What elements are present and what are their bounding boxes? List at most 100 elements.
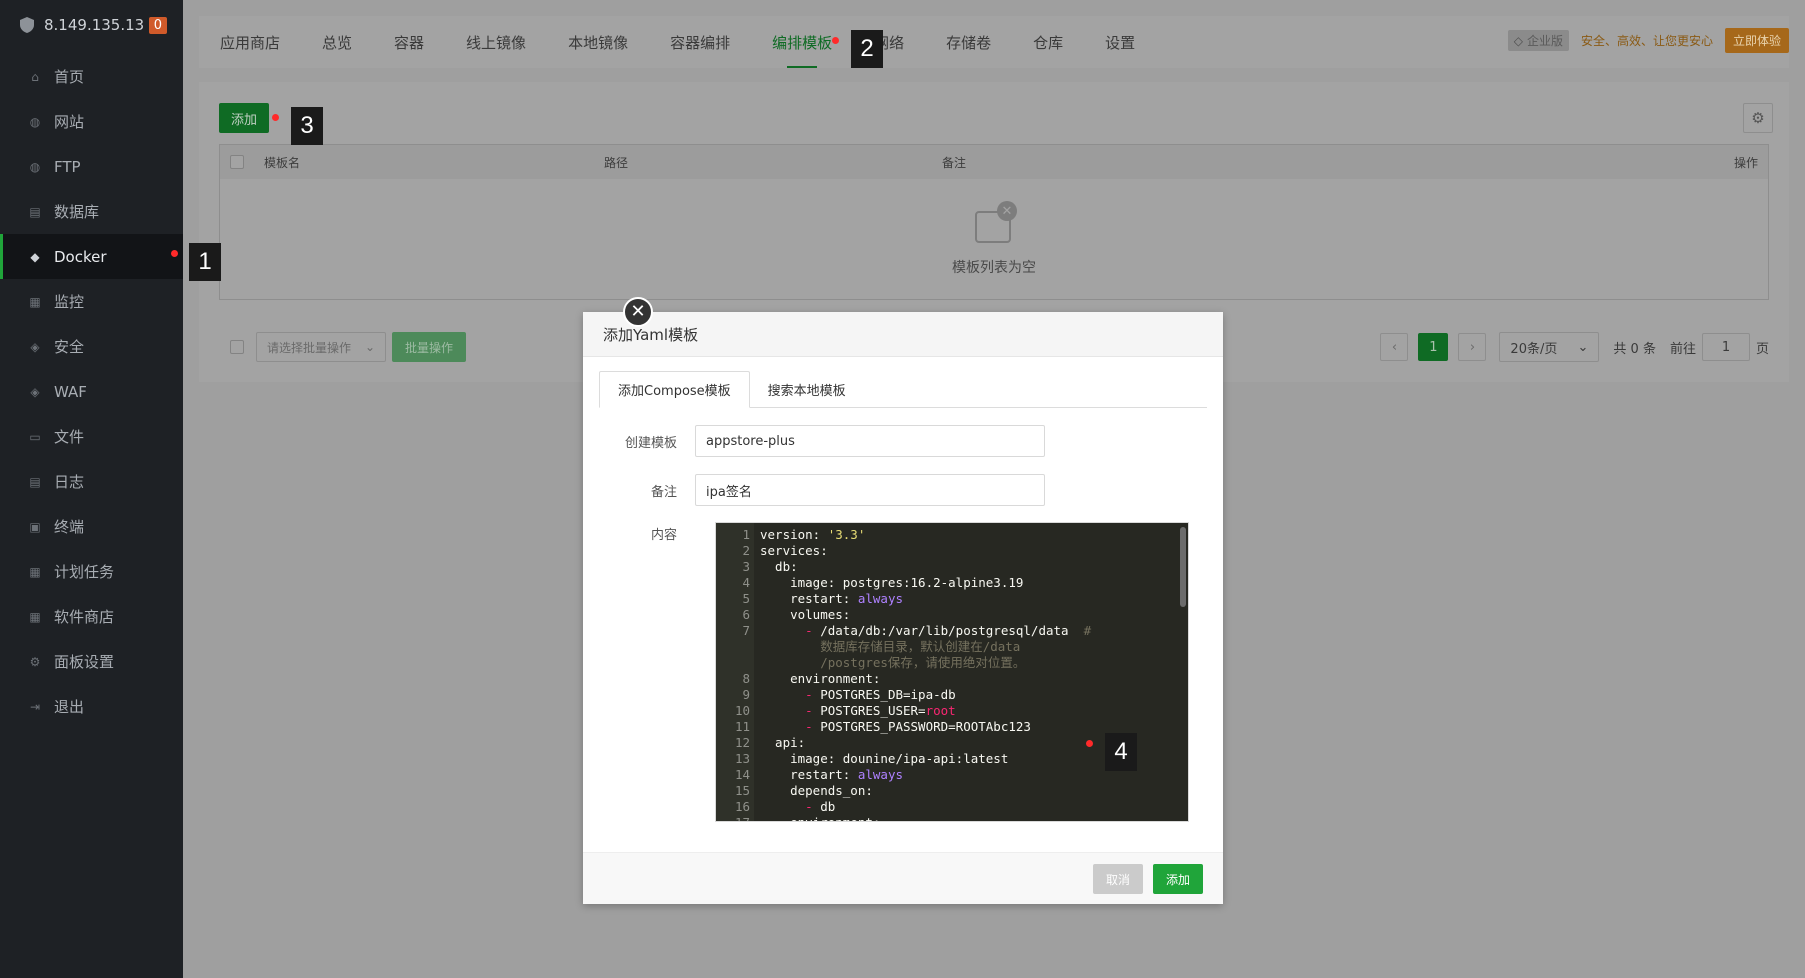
- sidebar-item-label: 计划任务: [54, 563, 115, 581]
- diamond-icon: ◇: [1513, 33, 1523, 48]
- terminal-icon: ▣: [29, 519, 41, 534]
- tab-1[interactable]: 总览: [301, 16, 373, 68]
- goto-page-input[interactable]: 1: [1701, 333, 1750, 361]
- sidebar-item-label: 软件商店: [54, 608, 115, 626]
- sidebar-item-label: 日志: [54, 473, 85, 491]
- remark-input[interactable]: ipa签名: [695, 474, 1045, 506]
- sidebar-item-gear[interactable]: ⚙ 面板设置: [0, 639, 183, 684]
- next-page-button[interactable]: ›: [1458, 333, 1487, 361]
- prev-page-button[interactable]: ‹: [1380, 333, 1409, 361]
- add-template-button[interactable]: 添加: [219, 103, 269, 133]
- confirm-add-button[interactable]: 添加: [1153, 864, 1203, 894]
- close-dialog-button[interactable]: ✕: [623, 297, 653, 327]
- tab-8[interactable]: 存储卷: [925, 16, 1012, 68]
- step-marker-4: 4: [1105, 733, 1137, 771]
- step-marker-1: 1: [189, 243, 221, 281]
- dialog-tab-0[interactable]: 添加Compose模板: [599, 371, 750, 408]
- footer-select-checkbox[interactable]: [230, 340, 244, 354]
- line-number: 1: [742, 527, 750, 542]
- try-now-button[interactable]: 立即体验: [1724, 28, 1789, 53]
- batch-operation-button[interactable]: 批量操作: [392, 332, 466, 362]
- dialog-title: 添加Yaml模板: [583, 312, 1223, 357]
- batch-operation-select[interactable]: 请选择批量操作 ⌄: [256, 332, 386, 362]
- line-number: 8: [742, 671, 750, 686]
- empty-text: 模板列表为空: [952, 260, 1036, 276]
- code-line: 1 version: '3.3': [716, 527, 1178, 543]
- chevron-down-icon: ⌄: [364, 340, 375, 354]
- dialog-tab-1[interactable]: 搜索本地模板: [750, 371, 864, 408]
- tab-2[interactable]: 容器: [373, 16, 445, 68]
- code-line: 2 services:: [716, 543, 1178, 559]
- line-number: 15: [734, 783, 750, 798]
- code-text: volumes:: [760, 607, 851, 622]
- sidebar-item-ftp[interactable]: ◍ FTP: [0, 144, 183, 189]
- editor-scrollbar[interactable]: [1180, 527, 1186, 607]
- sidebar-item-folder[interactable]: ▭ 文件: [0, 414, 183, 459]
- step-marker-3: 3: [291, 107, 323, 145]
- line-number: 7: [742, 623, 750, 638]
- tab-10[interactable]: 设置: [1084, 16, 1156, 68]
- page-unit-label: 页: [1755, 341, 1769, 357]
- sidebar-item-terminal[interactable]: ▣ 终端: [0, 504, 183, 549]
- line-number: 12: [734, 735, 750, 750]
- code-line: 17 environment:: [716, 815, 1178, 821]
- empty-state: ✕ 模板列表为空: [220, 201, 1768, 277]
- code-line: 7 - /data/db:/var/lib/postgresql/data #: [716, 623, 1178, 639]
- sidebar-item-waf[interactable]: ◈ WAF: [0, 369, 183, 414]
- remark-row: 备注 ipa签名: [583, 474, 1045, 506]
- pagination: ‹ 1 › 20条/页 ⌄ 共 0 条 前往 1 页: [1375, 332, 1769, 362]
- template-name-input[interactable]: appstore-plus: [695, 425, 1045, 457]
- line-number: 3: [742, 559, 750, 574]
- code-text: version: '3.3': [760, 527, 866, 542]
- enterprise-badge: ◇ 企业版: [1507, 30, 1569, 51]
- gear-icon: ⚙: [1751, 109, 1765, 127]
- code-text: restart: always: [760, 591, 903, 606]
- code-text: - db: [805, 799, 836, 814]
- sidebar-item-schedule[interactable]: ▦ 计划任务: [0, 549, 183, 594]
- code-line: 6 volumes:: [716, 607, 1178, 623]
- chevron-left-icon: ‹: [1391, 339, 1398, 355]
- sidebar-item-home[interactable]: ⌂ 首页: [0, 54, 183, 99]
- sidebar-item-label: 文件: [54, 428, 85, 446]
- folder-icon: ▭: [29, 429, 41, 444]
- sidebar-item-docker[interactable]: ◆ Docker: [0, 234, 183, 279]
- marker-dot-4: [1086, 740, 1093, 747]
- page-number-current[interactable]: 1: [1418, 333, 1449, 361]
- batch-select-placeholder: 请选择批量操作: [267, 340, 352, 355]
- tab-4[interactable]: 本地镜像: [547, 16, 649, 68]
- sidebar: 8.149.135.13 0 ⌂ 首页 ◍ 网站 ◍ FTP ▤ 数据库 ◆ Docker ▦ 监控 ◈…: [0, 0, 183, 978]
- sidebar-item-logout[interactable]: ⇥ 退出: [0, 684, 183, 729]
- code-text: 数据库存储目录，默认创建在/data: [760, 639, 1021, 654]
- code-text: services:: [760, 543, 828, 558]
- tab-3[interactable]: 线上镜像: [445, 16, 547, 68]
- alert-count-badge[interactable]: 0: [148, 16, 167, 34]
- sidebar-item-log[interactable]: ▤ 日志: [0, 459, 183, 504]
- table-header: 模板名 路径 备注 操作: [220, 145, 1768, 179]
- sidebar-item-shield[interactable]: ◈ 安全: [0, 324, 183, 369]
- top-nav: 应用商店 总览 容器 线上镜像 本地镜像 容器编排 编排模板 网络 存储卷 仓库 设置 ◇ 企业版 …: [199, 16, 1789, 68]
- line-number: 17: [716, 815, 750, 821]
- select-all-checkbox[interactable]: [230, 155, 244, 169]
- dialog-footer: 取消 添加: [583, 852, 1223, 904]
- sidebar-item-label: 监控: [54, 293, 85, 311]
- chevron-right-icon: ›: [1469, 339, 1476, 355]
- home-icon: ⌂: [31, 69, 39, 84]
- sidebar-item-app-store[interactable]: ▦ 软件商店: [0, 594, 183, 639]
- template-table: 模板名 路径 备注 操作 ✕ 模板列表为空: [219, 144, 1769, 300]
- tab-5[interactable]: 容器编排: [649, 16, 751, 68]
- sidebar-item-monitor[interactable]: ▦ 监控: [0, 279, 183, 324]
- code-line: 8 environment:: [716, 671, 1178, 687]
- sidebar-item-database[interactable]: ▤ 数据库: [0, 189, 183, 234]
- sidebar-item-label: 面板设置: [54, 653, 115, 671]
- tab-0[interactable]: 应用商店: [199, 16, 301, 68]
- cancel-button[interactable]: 取消: [1093, 864, 1143, 894]
- logout-icon: ⇥: [29, 699, 41, 714]
- sidebar-item-globe[interactable]: ◍ 网站: [0, 99, 183, 144]
- table-settings-button[interactable]: ⚙: [1743, 103, 1773, 133]
- code-text: /postgres保存，请使用绝对位置。: [760, 655, 1026, 670]
- line-number: 6: [742, 607, 750, 622]
- tab-9[interactable]: 仓库: [1012, 16, 1084, 68]
- yaml-code-editor[interactable]: 1 version: '3.3' 2 services: 3 db: 4 image: p…: [715, 522, 1189, 822]
- monitor-icon: ▦: [29, 294, 41, 309]
- page-size-select[interactable]: 20条/页 ⌄: [1499, 332, 1600, 362]
